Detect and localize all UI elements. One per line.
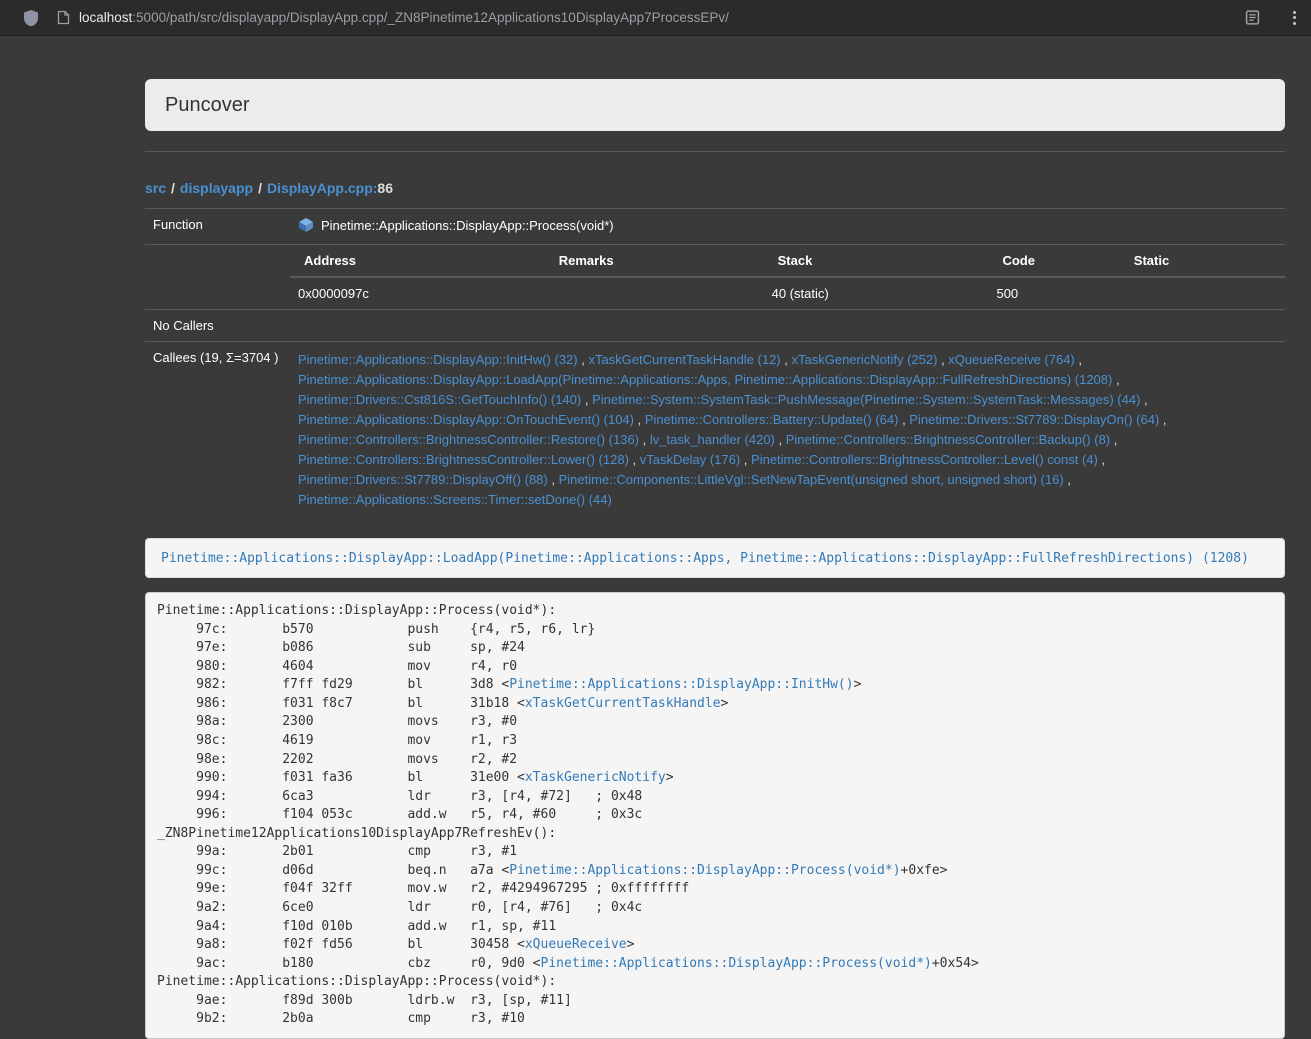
callee-link[interactable]: vTaskDelay (176) <box>640 452 740 467</box>
callee-separator: , <box>781 352 792 367</box>
breadcrumb-separator: / <box>171 180 175 196</box>
callee-link[interactable]: lv_task_handler (420) <box>650 432 775 447</box>
callee-separator: , <box>578 352 589 367</box>
app-header: Puncover <box>145 79 1285 131</box>
shield-icon[interactable] <box>23 9 39 27</box>
divider <box>145 151 1285 152</box>
static-value <box>1120 277 1285 309</box>
callee-separator: , <box>1140 392 1147 407</box>
callee-link[interactable]: Pinetime::Applications::Screens::Timer::… <box>298 492 612 507</box>
column-code: Code <box>988 245 1119 277</box>
callee-link[interactable]: Pinetime::Controllers::BrightnessControl… <box>786 432 1110 447</box>
callee-link[interactable]: Pinetime::System::SystemTask::PushMessag… <box>592 392 1140 407</box>
page-title: Puncover <box>165 93 1265 117</box>
callee-separator: , <box>634 412 645 427</box>
stack-value: 40 (static) <box>764 277 989 309</box>
callees-list: Pinetime::Applications::DisplayApp::Init… <box>290 342 1285 519</box>
callee-link[interactable]: Pinetime::Drivers::St7789::DisplayOff() … <box>298 472 548 487</box>
callee-separator: , <box>629 452 640 467</box>
disassembly-symbol-link[interactable]: xTaskGenericNotify <box>525 770 666 785</box>
column-stack: Stack <box>764 245 989 277</box>
breadcrumb-link-displayapp[interactable]: displayapp <box>180 180 253 196</box>
remarks-value <box>545 277 764 309</box>
disassembly-symbol-link[interactable]: Pinetime::Applications::DisplayApp::Init… <box>509 677 853 692</box>
breadcrumb: src / displayapp / DisplayApp.cpp:86 <box>145 180 1285 196</box>
stats-row-label <box>145 245 290 310</box>
callee-separator: , <box>1064 472 1071 487</box>
callees-row: Callees (19, Σ=3704 ) Pinetime::Applicat… <box>145 342 1285 519</box>
callee-separator: , <box>581 392 592 407</box>
function-row: Function Pinetime::Applications::Display… <box>145 209 1285 245</box>
callee-separator: , <box>1159 412 1166 427</box>
callee-separator: , <box>548 472 559 487</box>
stats-table: Address Remarks Stack Code Static 0x0000… <box>290 245 1285 309</box>
disassembly-symbol-link[interactable]: xQueueReceive <box>525 937 627 952</box>
callee-separator: , <box>1075 352 1082 367</box>
function-name-cell: Pinetime::Applications::DisplayApp::Proc… <box>290 209 1285 245</box>
callee-separator: , <box>898 412 909 427</box>
no-callers-value <box>290 310 1285 342</box>
disassembly-symbol-link[interactable]: xTaskGetCurrentTaskHandle <box>525 696 721 711</box>
stats-header-row: Address Remarks Stack Code Static <box>290 245 1285 277</box>
callee-link[interactable]: Pinetime::Controllers::BrightnessControl… <box>298 452 629 467</box>
page-info-icon[interactable] <box>57 10 70 25</box>
callee-link[interactable]: Pinetime::Drivers::St7789::DisplayOn() (… <box>909 412 1159 427</box>
column-remarks: Remarks <box>545 245 764 277</box>
callee-separator: , <box>937 352 948 367</box>
code-value: 500 <box>988 277 1119 309</box>
stats-data-row: 0x0000097c 40 (static) 500 <box>290 277 1285 309</box>
page-content: Puncover src / displayapp / DisplayApp.cpp:8… <box>145 36 1285 1039</box>
function-label: Function <box>145 209 290 245</box>
panel-heading-link[interactable]: Pinetime::Applications::DisplayApp::Load… <box>161 551 1249 566</box>
function-name: Pinetime::Applications::DisplayApp::Proc… <box>321 218 614 233</box>
address-bar[interactable]: localhost:5000/path/src/displayapp/Displ… <box>79 10 729 25</box>
callee-link[interactable]: Pinetime::Controllers::BrightnessControl… <box>751 452 1098 467</box>
callee-separator: , <box>740 452 751 467</box>
callee-separator: , <box>1110 432 1117 447</box>
callee-link[interactable]: Pinetime::Components::LittleVgl::SetNewT… <box>559 472 1064 487</box>
url-path: :5000/path/src/displayapp/DisplayApp.cpp… <box>132 10 729 25</box>
callee-separator: , <box>775 432 786 447</box>
breadcrumb-line-number: 86 <box>377 180 393 196</box>
address-value: 0x0000097c <box>290 277 545 309</box>
callees-label: Callees (19, Σ=3704 ) <box>145 342 290 519</box>
callee-link[interactable]: Pinetime::Controllers::Battery::Update()… <box>645 412 899 427</box>
callee-separator: , <box>639 432 650 447</box>
callee-link[interactable]: Pinetime::Applications::DisplayApp::Init… <box>298 352 578 367</box>
callee-link[interactable]: xTaskGetCurrentTaskHandle (12) <box>588 352 780 367</box>
no-callers-row: No Callers <box>145 310 1285 342</box>
callee-link[interactable]: Pinetime::Applications::DisplayApp::Load… <box>298 372 1112 387</box>
disassembly-code: Pinetime::Applications::DisplayApp::Proc… <box>145 592 1285 1039</box>
menu-kebab-icon[interactable] <box>1290 8 1299 28</box>
browser-toolbar: localhost:5000/path/src/displayapp/Displ… <box>0 0 1311 36</box>
symbol-panel: Pinetime::Applications::DisplayApp::Load… <box>145 538 1285 578</box>
callee-link[interactable]: Pinetime::Drivers::Cst816S::GetTouchInfo… <box>298 392 581 407</box>
column-address: Address <box>290 245 545 277</box>
callee-link[interactable]: Pinetime::Applications::DisplayApp::OnTo… <box>298 412 634 427</box>
callee-link[interactable]: xQueueReceive (764) <box>948 352 1074 367</box>
callee-separator: , <box>1112 372 1119 387</box>
disassembly-symbol-link[interactable]: Pinetime::Applications::DisplayApp::Proc… <box>541 956 932 971</box>
callee-link[interactable]: Pinetime::Controllers::BrightnessControl… <box>298 432 639 447</box>
column-static: Static <box>1120 245 1285 277</box>
breadcrumb-link-file[interactable]: DisplayApp.cpp: <box>267 180 377 196</box>
breadcrumb-separator: / <box>258 180 262 196</box>
callee-separator: , <box>1098 452 1105 467</box>
no-callers-label: No Callers <box>145 310 290 342</box>
stats-table-cell: Address Remarks Stack Code Static 0x0000… <box>290 245 1285 310</box>
callee-link[interactable]: xTaskGenericNotify (252) <box>792 352 938 367</box>
reader-mode-icon[interactable] <box>1245 10 1260 25</box>
stats-row: Address Remarks Stack Code Static 0x0000… <box>145 245 1285 310</box>
disassembly-symbol-link[interactable]: Pinetime::Applications::DisplayApp::Proc… <box>509 863 900 878</box>
function-table: Function Pinetime::Applications::Display… <box>145 208 1285 518</box>
symbol-icon <box>298 217 314 236</box>
breadcrumb-link-src[interactable]: src <box>145 180 166 196</box>
url-host: localhost <box>79 10 132 25</box>
